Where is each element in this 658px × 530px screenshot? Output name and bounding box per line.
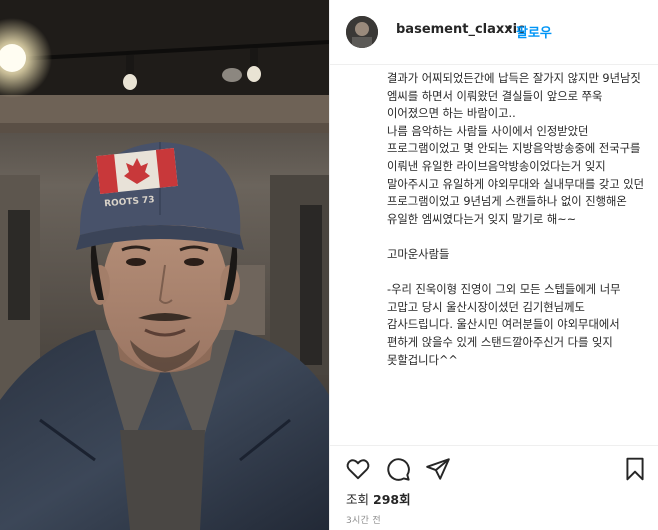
view-count[interactable]: 조회 298회 [346, 489, 411, 508]
follow-button[interactable]: 팔로우 [516, 22, 552, 41]
views-label: 조회 [346, 492, 370, 507]
post-timestamp[interactable]: 3시간 전 [346, 513, 381, 526]
post-media[interactable]: ROOTS 73 [0, 0, 329, 530]
avatar-image [346, 16, 378, 48]
post-panel: basement_claxxic • 팔로우 결과가 어찌되었든간에 납득은 잘… [329, 0, 658, 530]
separator-dot: • [506, 21, 514, 36]
post-caption: 결과가 어찌되었든간에 납득은 잘가지 않지만 9년남짓 엠씨를 하면서 이뤄왔… [387, 72, 644, 367]
paper-plane-icon[interactable] [425, 456, 451, 482]
comment-icon[interactable] [385, 456, 411, 482]
views-number: 298회 [373, 492, 411, 507]
post-header: basement_claxxic • 팔로우 [330, 0, 658, 65]
man-in-cap-photo: ROOTS 73 [0, 0, 329, 530]
action-bar [330, 446, 658, 486]
heart-icon[interactable] [345, 456, 371, 482]
avatar[interactable] [346, 16, 378, 48]
bookmark-icon[interactable] [622, 456, 648, 482]
